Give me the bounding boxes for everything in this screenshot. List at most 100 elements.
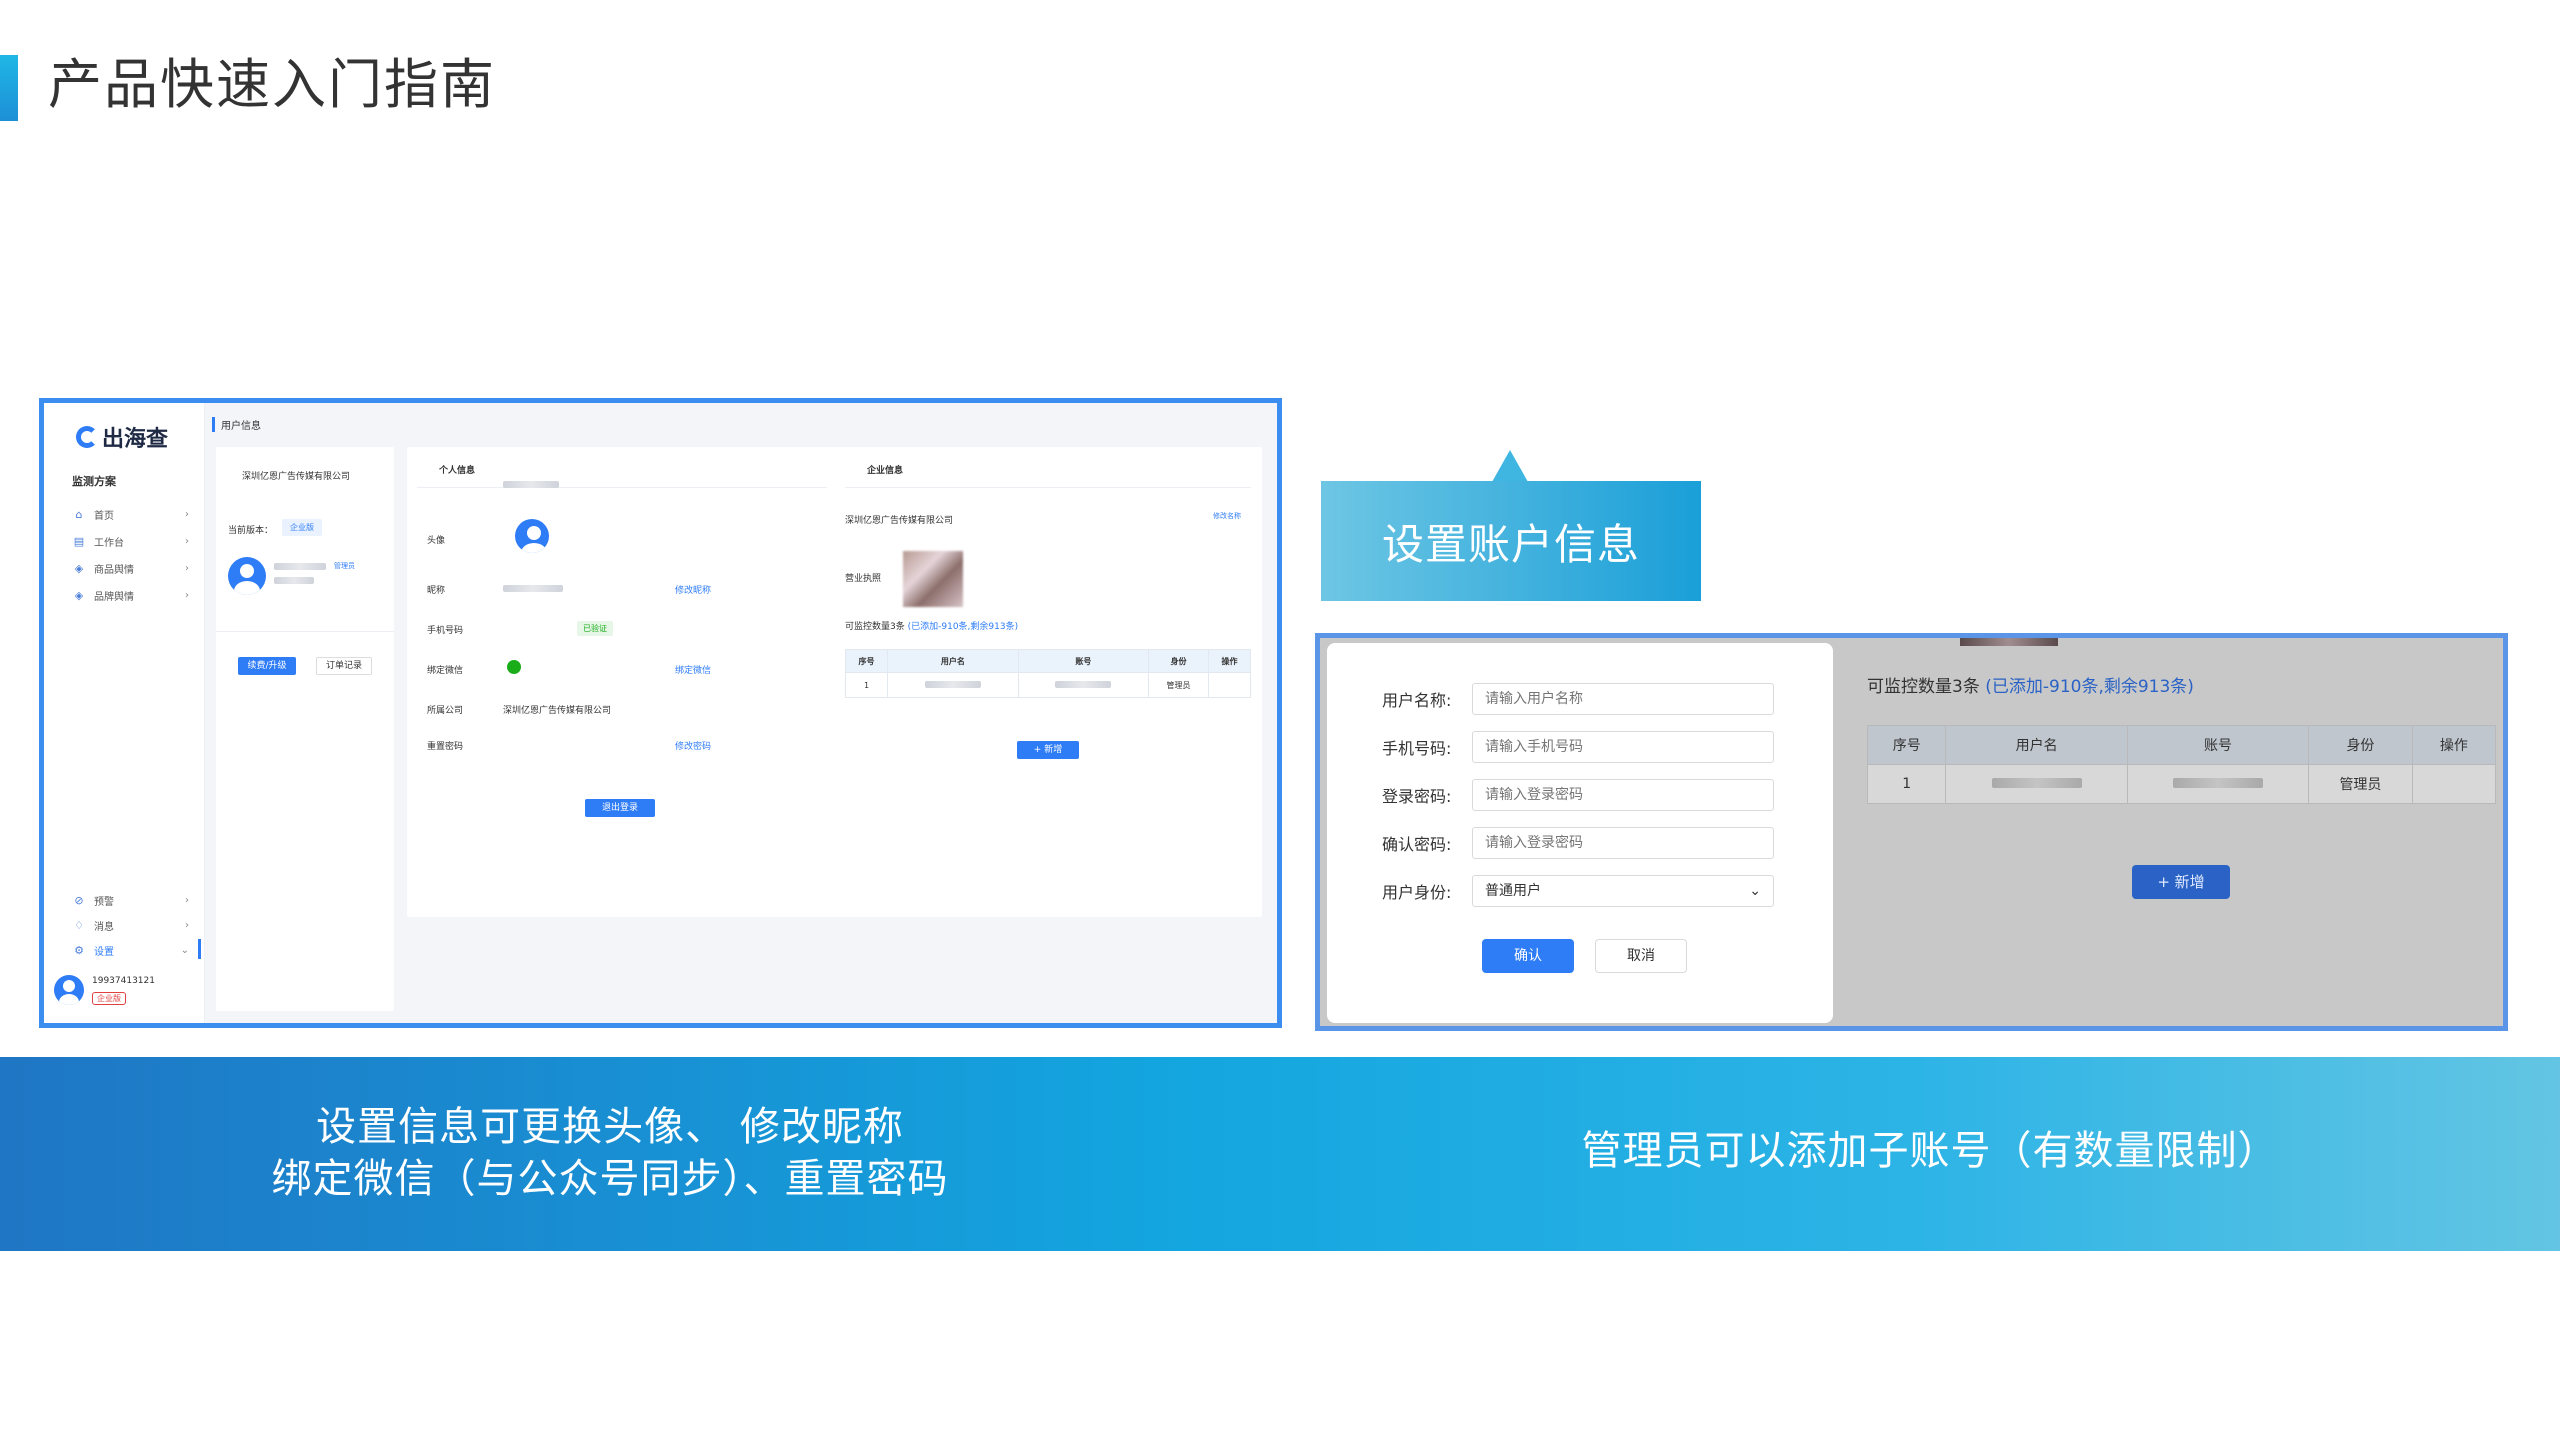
phone-label: 手机号码 <box>427 626 464 636</box>
caption-band: 设置信息可更换头像、 修改昵称 绑定微信（与公众号同步）、重置密码 管理员可以添… <box>0 1057 2560 1251</box>
table-header: 身份 <box>1148 649 1209 673</box>
confirm-password-input[interactable] <box>1472 827 1774 859</box>
sidebar-item-workbench[interactable]: ▤ 工作台 › <box>72 530 197 552</box>
caption-right: 管理员可以添加子账号（有数量限制） <box>1581 1128 2279 1174</box>
slide-title: 产品快速入门指南 <box>48 53 496 116</box>
confirm-button[interactable]: 确认 <box>1482 939 1574 973</box>
avatar[interactable] <box>515 519 549 553</box>
password-input[interactable] <box>1472 779 1774 811</box>
chevron-down-icon: ⌄ <box>180 944 189 956</box>
active-indicator <box>198 939 201 959</box>
add-sub-account-button[interactable]: + 新增 <box>1017 741 1079 759</box>
sidebar-item-product-sentiment[interactable]: ◈ 商品舆情 › <box>72 557 197 579</box>
company-label: 所属公司 <box>427 706 464 716</box>
chevron-down-icon: ⌄ <box>1749 883 1761 899</box>
license-image-fragment <box>1960 638 2058 646</box>
user-plan-badge: 企业版 <box>92 991 126 1005</box>
wechat-icon <box>507 660 521 674</box>
masked-account <box>1017 672 1150 698</box>
callout-set-account-info: 设置账户信息 <box>1321 481 1701 601</box>
renew-upgrade-button[interactable]: 续费/升级 <box>238 657 296 675</box>
password-label: 登录密码: <box>1382 787 1452 806</box>
masked-username <box>887 672 1019 698</box>
user-phone: 19937413121 <box>92 975 155 986</box>
phone-input[interactable] <box>1472 731 1774 763</box>
nickname-label: 昵称 <box>427 586 446 596</box>
account-card: 深圳亿恩广告传媒有限公司 当前版本： 企业版 管理员 续费/升级 订单记录 <box>216 447 394 1011</box>
table-header: 用户名 <box>1945 725 2128 765</box>
quota-text: 可监控数量3条 (已添加-910条,剩余913条) <box>845 622 1019 632</box>
sidebar-item-brand-sentiment[interactable]: ◈ 品牌舆情 › <box>72 584 197 606</box>
breadcrumb: 用户信息 <box>212 417 261 432</box>
chevron-right-icon: › <box>185 508 189 520</box>
table-header: 账号 <box>1017 649 1150 673</box>
company-value: 深圳亿恩广告传媒有限公司 <box>503 706 612 716</box>
sidebar-section-title: 监测方案 <box>72 475 116 488</box>
masked-nickname <box>503 585 563 592</box>
quota-text: 可监控数量3条 (已添加-910条,剩余913条) <box>1867 677 2194 697</box>
username-input[interactable] <box>1472 683 1774 715</box>
table-header: 操作 <box>2411 725 2497 765</box>
callout-pointer <box>1492 450 1528 482</box>
chevron-right-icon: › <box>185 589 189 601</box>
title-accent-bar <box>0 55 18 121</box>
avatar <box>54 975 84 1005</box>
bind-wechat-link[interactable]: 绑定微信 <box>675 663 711 676</box>
phone-label: 手机号码: <box>1382 739 1452 758</box>
layers-icon: ◈ <box>74 561 84 575</box>
enterprise-heading: 企业信息 <box>867 466 904 476</box>
sub-account-table: 序号 用户名 账号 身份 操作 1 管理员 <box>844 649 1252 698</box>
add-sub-account-button[interactable]: + 新增 <box>2132 865 2230 899</box>
layers-icon: ◈ <box>74 588 84 602</box>
sub-account-table: 序号 用户名 账号 身份 操作 1 管理员 <box>1866 725 2497 804</box>
avatar <box>228 557 266 595</box>
table-header: 序号 <box>844 649 889 673</box>
caption-left-line2: 绑定微信（与公众号同步）、重置密码 <box>271 1156 949 1202</box>
business-license-image[interactable] <box>903 551 963 607</box>
home-icon: ⌂ <box>75 507 83 521</box>
role-label: 用户身份: <box>1382 883 1452 902</box>
phone-verified-badge: 已验证 <box>577 621 613 636</box>
personal-heading: 个人信息 <box>439 466 476 476</box>
sidebar-item-alarm[interactable]: ⊘ 预警 › <box>72 889 197 911</box>
chevron-right-icon: › <box>185 535 189 547</box>
edit-nickname-link[interactable]: 修改昵称 <box>675 583 711 596</box>
chevron-right-icon: › <box>185 894 189 906</box>
confirm-password-label: 确认密码: <box>1382 835 1452 854</box>
table-header: 用户名 <box>887 649 1019 673</box>
app-logo[interactable]: 出海查 <box>76 421 168 453</box>
caption-left: 设置信息可更换头像、 修改昵称 绑定微信（与公众号同步）、重置密码 <box>150 1101 1070 1205</box>
sidebar-user[interactable]: 19937413121 企业版 <box>54 975 155 1005</box>
alarm-icon: ⊘ <box>74 893 84 907</box>
table-header: 序号 <box>1866 725 1947 765</box>
enterprise-company: 深圳亿恩广告传媒有限公司 <box>845 516 954 526</box>
password-label: 重置密码 <box>427 742 464 752</box>
order-history-button[interactable]: 订单记录 <box>316 657 372 675</box>
logout-button[interactable]: 退出登录 <box>585 799 655 817</box>
sidebar-item-settings[interactable]: ⚙ 设置 ⌄ <box>72 939 197 961</box>
logo-icon <box>76 426 98 448</box>
role-select[interactable]: 普通用户 ⌄ <box>1472 875 1774 907</box>
rename-link[interactable]: 修改名称 <box>1213 511 1241 521</box>
role-badge: 管理员 <box>334 562 355 570</box>
gear-icon: ⚙ <box>74 943 84 957</box>
form-row-confirm-password: 确认密码: <box>1382 827 1774 859</box>
divider <box>216 631 394 632</box>
change-password-link[interactable]: 修改密码 <box>675 739 711 752</box>
account-company: 深圳亿恩广告传媒有限公司 <box>242 472 351 482</box>
cancel-button[interactable]: 取消 <box>1595 939 1687 973</box>
user-info-screenshot: 出海查 监测方案 ⌂ 首页 › ▤ 工作台 › ◈ 商品舆情 › ◈ 品牌舆情 … <box>39 398 1282 1028</box>
form-row-phone: 手机号码: <box>1382 731 1774 763</box>
table-header: 身份 <box>2308 725 2413 765</box>
divider <box>417 487 827 488</box>
workbench-icon: ▤ <box>73 534 85 548</box>
form-row-password: 登录密码: <box>1382 779 1774 811</box>
sidebar-item-messages[interactable]: ♢ 消息 › <box>72 914 197 936</box>
table-row: 1 管理员 <box>844 672 1252 698</box>
masked-account <box>274 577 314 584</box>
masked-username <box>274 563 326 570</box>
username-label: 用户名称: <box>1382 691 1452 710</box>
version-badge: 企业版 <box>282 519 322 536</box>
form-row-role: 用户身份: 普通用户 ⌄ <box>1382 875 1774 907</box>
sidebar-item-home[interactable]: ⌂ 首页 › <box>72 503 197 525</box>
